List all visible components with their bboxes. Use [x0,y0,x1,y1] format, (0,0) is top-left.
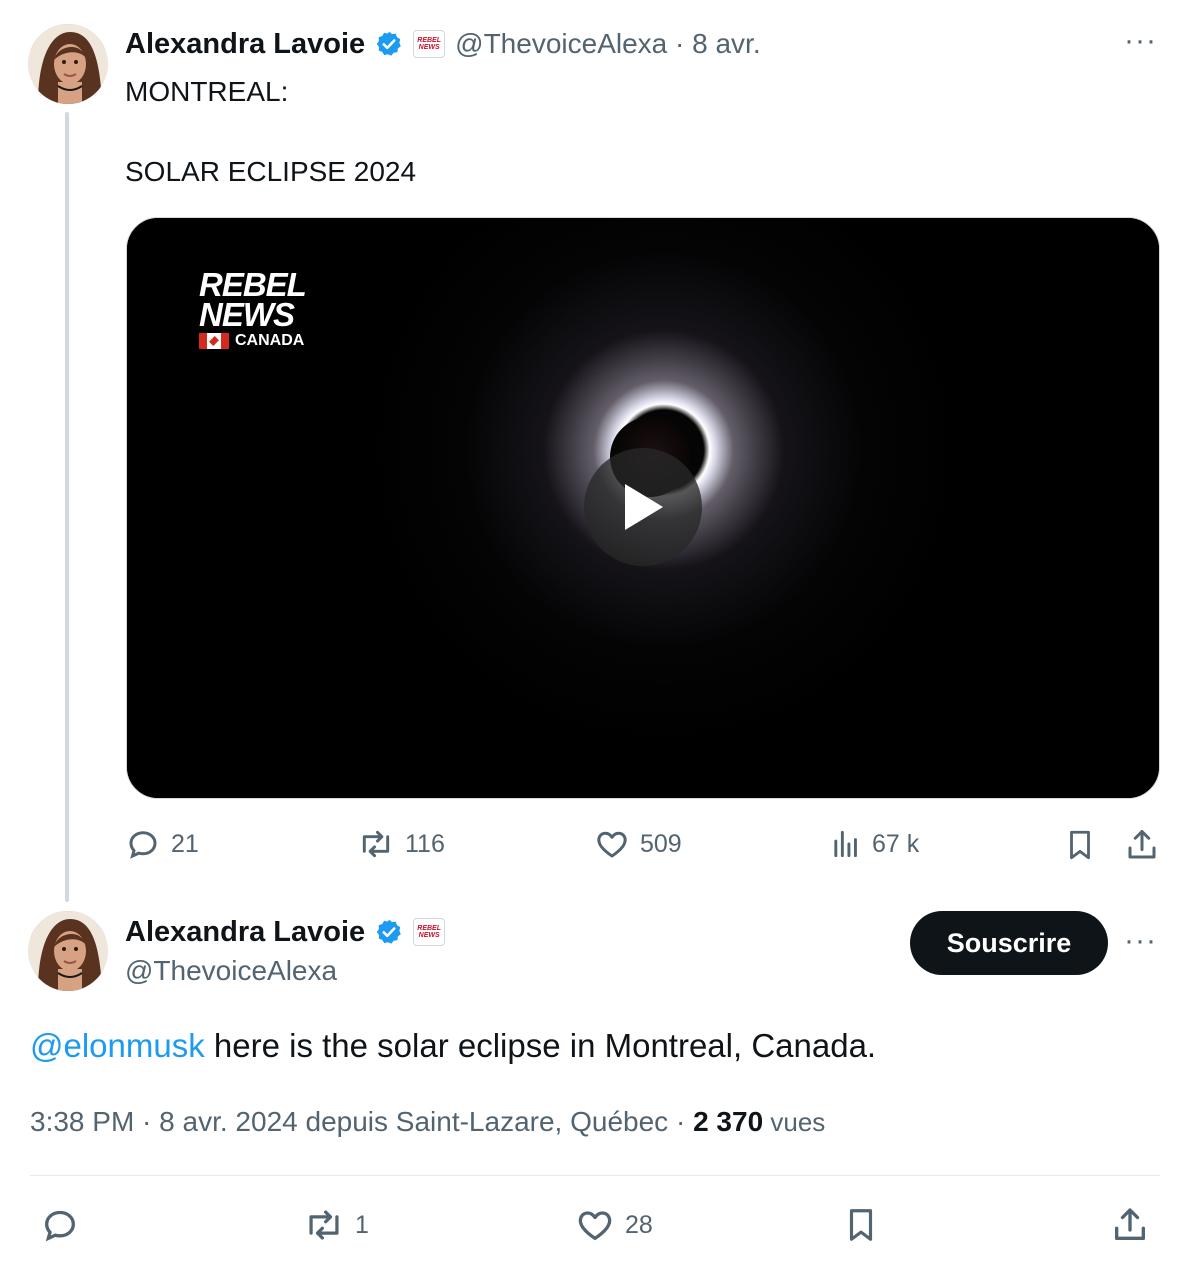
handle[interactable]: @ThevoiceAlexa [125,955,337,987]
tweet-header: Alexandra Lavoie REBEL NEWS [125,912,446,952]
views-label: vues [763,1107,826,1137]
share-button[interactable] [1124,826,1160,864]
avatar[interactable] [28,24,108,104]
reply-button[interactable] [40,1205,90,1245]
tweet-header: Alexandra Lavoie REBEL NEWS @ThevoiceAle… [125,24,761,64]
post-date-location[interactable]: 8 avr. 2024 depuis Saint-Lazare, Québec [159,1106,668,1137]
share-icon [1128,830,1156,859]
reply-icon [44,1210,76,1242]
verified-badge-icon [376,31,401,56]
repost-button[interactable]: 1 [303,1205,369,1245]
analytics-icon [834,830,857,858]
bookmark-icon [1070,830,1090,860]
view-count: 2 370 [693,1106,764,1137]
share-icon [1115,1208,1145,1240]
separator: · [667,28,693,59]
mention-link[interactable]: @elonmusk [30,1027,205,1064]
tweet-body: here is the solar eclipse in Montreal, C… [204,1027,877,1064]
tweet-text: @elonmusk here is the solar eclipse in M… [30,1027,876,1065]
play-button[interactable] [584,448,702,566]
video-player[interactable]: REBEL NEWS CANADA [126,217,1160,799]
like-count: 28 [625,1210,653,1239]
tweet-meta: 3:38 PM · 8 avr. 2024 depuis Saint-Lazar… [30,1106,826,1137]
play-icon [625,484,663,530]
repost-count: 1 [355,1210,369,1239]
views-button[interactable]: 67 k [830,826,919,862]
post-date[interactable]: 8 avr. [692,28,760,59]
canada-flag-icon [199,333,229,349]
tweet-text-line1: MONTREAL: [125,76,289,107]
post-time[interactable]: 3:38 PM [30,1106,134,1137]
avatar[interactable] [28,911,108,991]
bookmark-icon [849,1209,873,1241]
like-button[interactable]: 28 [575,1205,653,1245]
like-count: 509 [640,829,682,858]
affiliate-badge-icon[interactable]: REBEL NEWS [413,918,446,946]
author-name[interactable]: Alexandra Lavoie [125,916,365,949]
repost-icon [362,830,390,858]
handle-and-date: @ThevoiceAlexa · 8 avr. [455,28,760,60]
rebel-news-logo: REBEL NEWS CANADA [199,266,307,349]
bookmark-button[interactable] [1063,826,1097,864]
author-name[interactable]: Alexandra Lavoie [125,28,365,61]
repost-button[interactable]: 116 [357,826,445,862]
more-options-icon[interactable]: ··· [1124,24,1157,58]
more-options-icon[interactable]: ··· [1124,924,1157,958]
bookmark-button[interactable] [842,1203,880,1247]
affiliate-badge-icon[interactable]: REBEL NEWS [413,30,446,58]
handle[interactable]: @ThevoiceAlexa [455,28,667,59]
heart-icon [597,831,627,858]
reply-icon [129,831,157,859]
verified-badge-icon [376,919,401,944]
reply-button[interactable]: 21 [125,826,199,862]
heart-icon [578,1211,612,1240]
view-count: 67 k [872,829,920,858]
like-button[interactable]: 509 [594,826,682,862]
divider [30,1175,1160,1176]
repost-count: 116 [405,829,445,858]
thread-line [65,112,69,902]
subscribe-button[interactable]: Souscrire [910,911,1108,975]
share-button[interactable] [1110,1203,1150,1247]
repost-icon [309,1210,339,1240]
reply-count: 21 [171,829,199,858]
tweet-text-line2: SOLAR ECLIPSE 2024 [125,156,417,187]
